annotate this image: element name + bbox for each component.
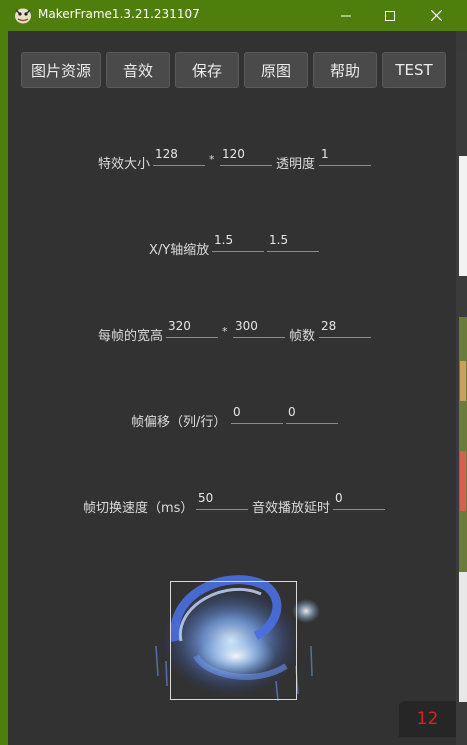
frame-count-label: 帧数 [289,329,316,344]
frame-offset-label: 帧偏移（列/行） [131,415,227,430]
window-title: MakerFrame1.3.21.231107 [38,7,200,21]
opacity-input[interactable]: 1 [319,148,371,166]
help-button[interactable]: 帮助 [313,52,377,88]
opacity-label: 透明度 [276,157,316,172]
offset-row-input[interactable]: 0 [286,406,338,424]
times-symbol-2: * [222,325,228,338]
scale-y-input[interactable]: 1.5 [267,234,319,252]
scale-x-input[interactable]: 1.5 [212,234,264,252]
app-icon [15,8,31,24]
test-button[interactable]: TEST [382,52,446,88]
times-symbol: * [209,153,215,166]
frame-boundary-box [170,581,297,700]
frame-height-input[interactable]: 300 [233,320,285,338]
frame-count-input[interactable]: 28 [319,320,371,338]
original-image-button[interactable]: 原图 [244,52,308,88]
sound-delay-input[interactable]: 0 [333,492,385,510]
switch-speed-label: 帧切换速度（ms） [83,501,194,516]
close-button[interactable] [413,0,459,31]
offset-column-input[interactable]: 0 [231,406,283,424]
scale-label: X/Y轴缩放 [149,243,210,258]
save-button[interactable]: 保存 [175,52,239,88]
image-resource-button[interactable]: 图片资源 [21,52,101,88]
app-window: MakerFrame1.3.21.231107 图片资源 音效 保存 原图 帮助… [0,0,467,745]
effect-width-input[interactable]: 128 [153,148,205,166]
sound-effect-button[interactable]: 音效 [106,52,170,88]
close-icon [430,10,442,21]
background-window-edge [456,31,467,745]
effect-height-input[interactable]: 120 [220,148,272,166]
minimize-button[interactable] [323,0,369,31]
frame-size-label: 每帧的宽高 [98,329,164,344]
title-bar[interactable]: MakerFrame1.3.21.231107 [0,0,467,31]
minimize-icon [341,15,351,16]
frame-width-input[interactable]: 320 [166,320,218,338]
current-frame-number: 12 [399,701,456,737]
switch-speed-input[interactable]: 50 [196,492,248,510]
effect-size-label: 特效大小 [98,157,151,172]
sound-delay-label: 音效播放延时 [252,501,331,516]
window-border-left [0,31,8,745]
maximize-icon [385,10,395,21]
maximize-button[interactable] [367,0,413,31]
main-panel: 图片资源 音效 保存 原图 帮助 TEST 特效大小 128 * 120 透明度… [8,31,456,745]
